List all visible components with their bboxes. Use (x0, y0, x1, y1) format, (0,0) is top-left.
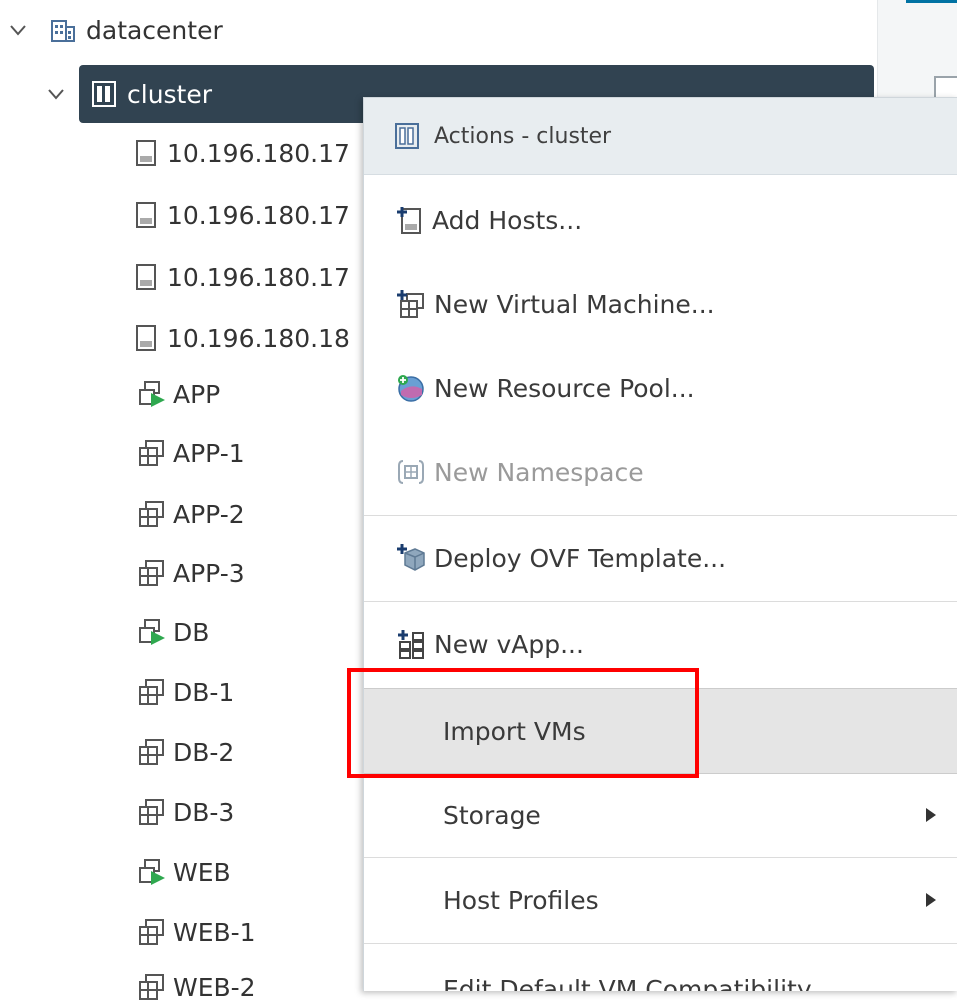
tree-node-vapp[interactable]: DB (137, 612, 209, 652)
vapp-running-icon (137, 857, 167, 887)
tree-node-label: cluster (127, 79, 213, 109)
new-resource-pool-icon (396, 373, 426, 403)
tree-node-vm[interactable]: APP-3 (137, 553, 245, 593)
tree-node-label: DB (173, 617, 210, 647)
chevron-down-icon[interactable] (8, 20, 28, 40)
tree-node-label: 10.196.180.17 (167, 262, 350, 292)
menu-item-label: New Resource Pool... (434, 373, 695, 403)
vapp-running-icon (137, 379, 167, 409)
menu-item-deploy-ovf-template[interactable]: Deploy OVF Template... (364, 516, 957, 600)
datacenter-icon (50, 17, 76, 43)
tree-node-label: APP (173, 379, 221, 409)
vm-icon (137, 499, 167, 529)
menu-item-label: New vApp... (434, 629, 584, 659)
tree-node-label: APP-2 (173, 499, 245, 529)
tree-node-label: 10.196.180.18 (167, 323, 350, 353)
tree-node-vm[interactable]: DB-2 (137, 732, 234, 772)
vm-icon (137, 972, 167, 1002)
tree-node-label: WEB-2 (173, 972, 256, 1002)
tree-node-label: DB-3 (173, 797, 235, 827)
tree-node-host[interactable]: 10.196.180.18 (135, 318, 350, 358)
menu-item-label: Import VMs (443, 716, 586, 746)
cluster-icon (394, 122, 420, 150)
menu-item-host-profiles[interactable]: Host Profiles (364, 858, 957, 942)
namespace-icon (396, 457, 426, 487)
menu-header-title: Actions - cluster (434, 123, 612, 149)
menu-item-label: New Virtual Machine... (434, 289, 715, 319)
cluster-icon (91, 80, 117, 108)
tree-node-label: DB-2 (173, 737, 235, 767)
menu-header: Actions - cluster (364, 98, 957, 175)
active-tab-indicator (906, 0, 957, 3)
host-icon (135, 263, 157, 291)
vm-icon (137, 797, 167, 827)
tree-node-label: WEB-1 (173, 917, 256, 947)
caret-right-icon (926, 808, 936, 822)
tree-node-label: WEB (173, 857, 231, 887)
actions-context-menu: Actions - cluster Add Hosts... New Virtu… (363, 97, 957, 991)
menu-item-new-virtual-machine[interactable]: New Virtual Machine... (364, 262, 957, 346)
tree-node-label: APP-1 (173, 438, 245, 468)
menu-item-add-hosts[interactable]: Add Hosts... (364, 178, 957, 262)
menu-item-edit-default-vm-compatibility[interactable]: Edit Default VM Compatibility (364, 944, 957, 991)
add-host-icon (396, 205, 424, 235)
menu-item-label: Add Hosts... (432, 205, 583, 235)
tree-node-label: APP-3 (173, 558, 245, 588)
tree-node-label: datacenter (86, 15, 223, 45)
menu-item-new-resource-pool[interactable]: New Resource Pool... (364, 346, 957, 430)
host-icon (135, 139, 157, 167)
vm-icon (137, 558, 167, 588)
vm-icon (137, 917, 167, 947)
tree-node-vapp[interactable]: WEB (137, 852, 231, 892)
tree-node-datacenter[interactable]: datacenter (8, 10, 223, 50)
new-vapp-icon (396, 629, 426, 659)
new-vm-icon (396, 289, 426, 319)
host-icon (135, 324, 157, 352)
deploy-ovf-icon (396, 543, 426, 573)
menu-item-new-namespace: New Namespace (364, 430, 957, 514)
tree-node-vm[interactable]: DB-1 (137, 672, 234, 712)
menu-item-label: Storage (443, 800, 541, 830)
tree-node-vm[interactable]: WEB-2 (137, 967, 256, 1007)
caret-right-icon (926, 893, 936, 907)
tree-node-label: DB-1 (173, 677, 235, 707)
menu-item-label: New Namespace (434, 457, 644, 487)
menu-item-label: Host Profiles (443, 885, 599, 915)
tree-node-vapp[interactable]: APP (137, 374, 220, 414)
vm-icon (137, 677, 167, 707)
tree-node-label: 10.196.180.17 (167, 138, 350, 168)
tree-node-vm[interactable]: APP-2 (137, 494, 245, 534)
vm-icon (137, 737, 167, 767)
tree-node-host[interactable]: 10.196.180.17 (135, 195, 350, 235)
vm-icon (137, 438, 167, 468)
tree-node-vm[interactable]: WEB-1 (137, 912, 256, 952)
tree-node-vm[interactable]: DB-3 (137, 792, 234, 832)
menu-item-import-vms[interactable]: Import VMs (364, 688, 957, 774)
menu-item-new-vapp[interactable]: New vApp... (364, 602, 957, 686)
menu-item-storage[interactable]: Storage (364, 773, 957, 857)
tree-node-host[interactable]: 10.196.180.17 (135, 257, 350, 297)
tree-node-vm[interactable]: APP-1 (137, 433, 245, 473)
menu-item-label: Edit Default VM Compatibility (443, 975, 812, 991)
vapp-running-icon (137, 617, 167, 647)
tree-node-label: 10.196.180.17 (167, 200, 350, 230)
host-icon (135, 201, 157, 229)
menu-item-label: Deploy OVF Template... (434, 543, 727, 573)
chevron-down-icon[interactable] (46, 84, 66, 104)
tree-node-host[interactable]: 10.196.180.17 (135, 133, 350, 173)
